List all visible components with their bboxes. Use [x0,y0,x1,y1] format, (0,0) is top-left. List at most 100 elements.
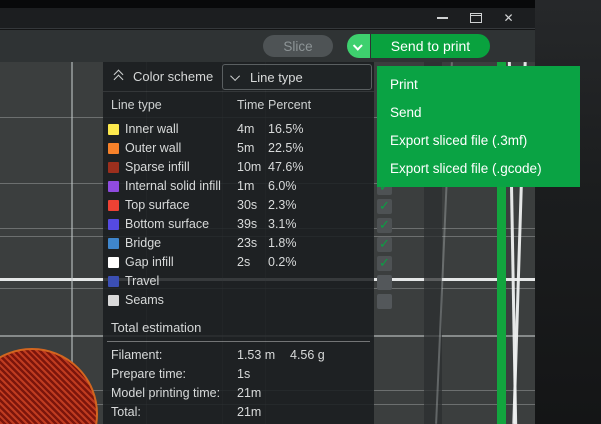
row-percent: 2.3% [268,198,297,212]
line-type-row: Gap infill 2s 0.2% [103,253,374,272]
row-label: Bridge [125,236,161,250]
total-estimation-heading: Total estimation [111,320,201,335]
total-label: Total: [111,405,141,419]
color-swatch [108,276,119,287]
view-mode-select[interactable]: Line type [222,64,372,90]
color-swatch [108,295,119,306]
row-label: Inner wall [125,122,179,136]
check-icon: ✓ [379,257,390,270]
sliced-model-preview [0,348,98,424]
color-swatch [108,257,119,268]
slicer-app-screenshot: ✕ Slice Send to print [0,0,601,424]
row-time: 30s [237,198,257,212]
toolbar: Slice Send to print [0,30,535,62]
row-label: Sparse infill [125,160,190,174]
line-type-row: Outer wall 5m 22.5% [103,139,374,158]
titlebar: ✕ [0,8,535,29]
visibility-checkbox[interactable]: ✓ [377,237,392,252]
total-row: Total: 21m [103,403,374,422]
window-top-edge [0,0,535,8]
total-row: Prepare time: 1s [103,365,374,384]
row-time: 23s [237,236,257,250]
row-label: Gap infill [125,255,174,269]
color-swatch [108,143,119,154]
slice-button[interactable]: Slice [263,35,333,57]
row-time: 1m [237,179,254,193]
check-icon: ✓ [379,200,390,213]
line-type-row: Bridge23s1.8% [103,234,374,253]
maximize-icon [470,13,482,23]
total-row: Model printing time: 21m [103,384,374,403]
column-header-time: Time [237,98,264,112]
line-type-row: Internal solid infill1m6.0% [103,177,374,196]
color-swatch [108,124,119,135]
color-swatch [108,181,119,192]
total-row: Filament:1.53 m4.56 g [103,346,374,365]
totals-table: Filament:1.53 m4.56 gPrepare time:1sMode… [103,346,374,422]
panel-title: Color scheme [133,69,213,84]
visibility-checkbox[interactable]: ✓ [377,199,392,214]
line-type-row: Inner wall 4m 16.5% [103,120,374,139]
row-label: Outer wall [125,141,181,155]
view-mode-value: Line type [250,70,303,85]
minimize-icon [437,17,448,19]
close-icon: ✕ [503,12,513,24]
total-value2: 4.56 g [290,348,325,362]
window-controls: ✕ [426,8,525,28]
row-time: 39s [237,217,257,231]
send-dropdown-button[interactable] [347,34,370,58]
visibility-checkbox[interactable] [377,294,392,309]
desktop-background [535,0,601,424]
send-to-print-button[interactable]: Send to print [371,34,490,58]
menu-item[interactable]: Export sliced file (.3mf) [377,127,580,155]
row-label: Internal solid infill [125,179,221,193]
row-percent: 22.5% [268,141,303,155]
line-type-row: Top surface 30s 2.3% [103,196,374,215]
menu-item[interactable]: Export sliced file (.gcode) [377,155,580,183]
color-swatch [108,219,119,230]
total-label: Model printing time: [111,386,220,400]
total-value: 21m [237,405,261,419]
total-label: Prepare time: [111,367,186,381]
menu-item[interactable]: Send [377,99,580,127]
color-swatch [108,200,119,211]
line-type-row: Travel [103,272,374,291]
color-swatch [108,162,119,173]
row-time: 10m [237,160,261,174]
close-button[interactable]: ✕ [492,8,525,28]
row-time: 5m [237,141,254,155]
row-label: Top surface [125,198,190,212]
total-value: 21m [237,386,261,400]
row-percent: 47.6% [268,160,303,174]
chevron-down-icon [353,40,363,50]
line-type-table: Inner wall 4m 16.5% Outer wall 5m 22.5% Sparse… [103,120,374,310]
divider [107,341,370,342]
visibility-checkbox[interactable]: ✓ [377,256,392,271]
column-header-line-type: Line type [111,98,162,112]
collapse-panel-button[interactable]: Color scheme [103,69,213,84]
panel-header: Color scheme Line type [103,62,374,92]
column-header-percent: Percent [268,98,311,112]
row-percent: 3.1% [268,217,297,231]
visibility-checkbox[interactable] [377,275,392,290]
row-percent: 16.5% [268,122,303,136]
row-label: Travel [125,274,159,288]
send-to-print-menu: PrintSendExport sliced file (.3mf)Export… [377,66,580,187]
maximize-button[interactable] [459,8,492,28]
menu-item[interactable]: Print [377,71,580,99]
check-icon: ✓ [379,238,390,251]
row-time: 2s [237,255,250,269]
total-value: 1s [237,367,250,381]
app-window: ✕ Slice Send to print [0,0,535,424]
line-type-row: Bottom surface 39s 3.1% [103,215,374,234]
row-percent: 0.2% [268,255,297,269]
row-time: 4m [237,122,254,136]
check-icon: ✓ [379,219,390,232]
minimize-button[interactable] [426,8,459,28]
visibility-checkbox[interactable]: ✓ [377,218,392,233]
color-scheme-panel: Color scheme Line type Line type Time Pe… [103,62,374,424]
line-type-row: Seams [103,291,374,310]
row-label: Bottom surface [125,217,209,231]
collapse-chevrons-icon [113,71,125,83]
total-value: 1.53 m [237,348,275,362]
